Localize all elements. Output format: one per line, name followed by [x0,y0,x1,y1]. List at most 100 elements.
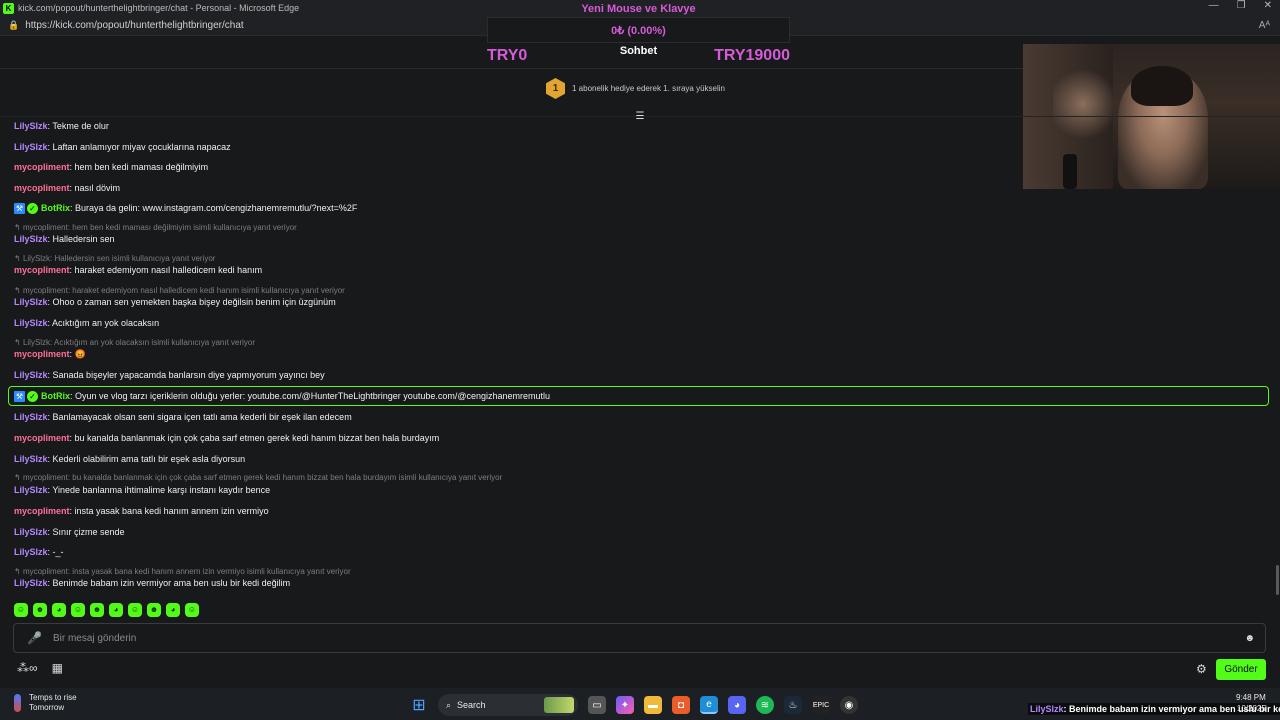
emote-icon[interactable]: ☺ [185,603,199,617]
chat-text: Halledersin sen [52,234,115,244]
chat-username[interactable]: mycopliment [14,265,70,275]
chat-text: Kederli olabilirim ama tatlı bir eşek as… [52,454,246,464]
url-text[interactable]: https://kick.com/popout/hunterthelightbr… [25,20,243,31]
chat-input[interactable] [52,632,1203,644]
chat-text: nasıl dövim [74,183,121,193]
chat-username[interactable]: LilySlzk [14,370,48,380]
chat-scrollbar[interactable] [1276,565,1279,595]
windows-start-icon[interactable]: ⊞ [410,696,428,714]
chat-text: Acıktığım an yok olacaksın [52,318,160,328]
emote-icon[interactable]: ◕ [109,603,123,617]
chat-message: mycopliment: haraket edemiyom nasıl hall… [14,265,262,275]
close-icon[interactable]: ✕ [1264,0,1272,11]
edge-icon[interactable]: e [700,696,718,714]
taskbar-apps: ⊞ ⌕ Search ▭ ✦ ▬ ◘ e ◕ ≋ ♨ EPIC ◉ [410,694,858,716]
chat-username[interactable]: mycopliment [14,183,70,193]
spotify-icon[interactable]: ≋ [756,696,774,714]
chat-text: Sanada bişeyler yapacamda banlarsın diye… [52,370,325,380]
taskbar-search[interactable]: ⌕ Search [438,694,578,716]
chat-message: LilySlzk: Sanada bişeyler yapacamda banl… [14,370,325,380]
chat-message: mycopliment: insta yasak bana kedi hanım… [14,506,269,516]
reply-context: ↰ LilySlzk: Halledersin sen isimli kulla… [14,254,215,263]
chat-username[interactable]: LilySlzk [14,142,48,152]
search-icon: ⌕ [446,699,452,710]
chat-message: LilySlzk: Tekme de olur [14,121,109,131]
bot-badges: ⚒ ✓ [14,203,38,215]
microphone-icon[interactable]: 🎤 [27,631,42,645]
chat-username[interactable]: LilySlzk [14,297,48,307]
lock-icon[interactable]: 🔒 [8,20,19,31]
gear-icon[interactable]: ⚙ [1196,662,1207,676]
emote-icon[interactable]: ☺ [71,603,85,617]
system-clock[interactable]: 9:48 PM 10/2025 [1236,692,1266,714]
reply-text: mycopliment: bu kanalda banlanmak için ç… [22,473,503,482]
copilot-icon[interactable]: ✦ [616,696,634,714]
window-title: kick.com/popout/hunterthelightbringer/ch… [18,3,300,13]
chat-text: Laftan anlamıyor miyav çocuklarına napac… [52,142,231,152]
restore-icon[interactable]: ❐ [1237,0,1246,11]
chat-username[interactable]: LilySlzk [14,412,48,422]
emote-icon[interactable]: ☻ [33,603,47,617]
overlay-user: LilySlzk [1030,704,1064,714]
chat-message: LilySlzk: -_- [14,547,64,557]
emote-icon[interactable]: ◕ [52,603,66,617]
chat-username[interactable]: mycopliment [14,349,70,359]
emote-icon[interactable]: ◕ [166,603,180,617]
chat-messages[interactable]: LilySlzk: Tekme de olur LilySlzk: Laftan … [0,117,1280,595]
chat-username[interactable]: LilySlzk [14,485,48,495]
read-aloud-icon[interactable]: Aᴬ [1259,20,1270,31]
emote-icon[interactable]: ☻ [90,603,104,617]
chat-username[interactable]: LilySlzk [14,318,48,328]
chat-message: LilySlzk: Acıktığım an yok olacaksın [14,318,159,328]
epic-games-icon[interactable]: EPIC [812,696,830,714]
chat-message: ⚒ ✓ BotRix: Buraya da gelin: www.instagram… [14,203,357,215]
obs-icon[interactable]: ◉ [840,696,858,714]
sub-gift-banner[interactable]: 1 1 abonelik hediye ederek 1. sıraya yük… [546,78,725,99]
weather-widget[interactable]: Temps to rise Tomorrow [14,693,77,713]
send-button[interactable]: Gönder [1216,659,1266,680]
emote-icon[interactable]: ☺ [128,603,142,617]
chat-text: Tekme de olur [52,121,109,131]
chat-username[interactable]: LilySlzk [14,547,48,557]
chat-username[interactable]: mycopliment [14,433,70,443]
chat-text: Oyun ve vlog tarzı içeriklerin olduğu ye… [75,391,551,401]
clock-date: 10/2025 [1236,704,1266,713]
file-explorer-icon[interactable]: ▬ [644,696,662,714]
chat-username[interactable]: LilySlzk [14,234,48,244]
chat-username[interactable]: LilySlzk [14,527,48,537]
emote-icon[interactable]: ☺ [14,603,28,617]
minimize-icon[interactable]: — [1209,0,1219,11]
chat-username[interactable]: LilySlzk [14,454,48,464]
chat-message: LilySlzk: Yinede banlanma ihtimalime kar… [14,485,270,495]
task-view-icon[interactable]: ▭ [588,696,606,714]
chat-text: Ohoo o zaman sen yemekten başka bişey de… [52,297,336,307]
search-label: Search [457,700,486,710]
webcam-streamer-hair [1131,66,1193,106]
emote-icon[interactable]: ☻ [147,603,161,617]
chat-text: insta yasak bana kedi hanım annem izin v… [74,506,269,516]
verified-badge-icon: ✓ [27,203,38,215]
chat-text: Sınır çizme sende [52,527,125,537]
discord-icon[interactable]: ◕ [728,696,746,714]
chat-username[interactable]: BotRix [41,391,70,401]
chat-text: hem ben kedi maması değilmiyim [74,162,209,172]
window-controls: — ❐ ✕ [1209,0,1272,11]
chat-input-box[interactable]: 🎤 ☻ [13,623,1266,653]
chat-username[interactable]: LilySlzk [14,578,48,588]
chat-username[interactable]: mycopliment [14,162,70,172]
office-icon[interactable]: ◘ [672,696,690,714]
chat-username[interactable]: mycopliment [14,506,70,516]
chat-message: LilySlzk: Laftan anlamıyor miyav çocukla… [14,142,231,152]
kick-points-icon[interactable]: ⁂∞ [17,661,38,675]
emoji-picker-icon[interactable]: ☻ [1244,633,1255,644]
steam-icon[interactable]: ♨ [784,696,802,714]
bot-badges: ⚒ ✓ [14,391,38,403]
reply-context: ↰ mycopliment: insta yasak bana kedi han… [14,567,351,576]
reply-context: ↰ mycopliment: haraket edemiyom nasıl ha… [14,286,345,295]
chat-message: LilySlzk: Kederli olabilirim ama tatlı b… [14,454,245,464]
chat-username[interactable]: BotRix [41,203,70,213]
store-icon[interactable]: ▦ [52,661,63,675]
chat-username[interactable]: LilySlzk [14,121,48,131]
thermometer-icon [14,694,21,712]
goal-title: Yeni Mouse ve Klavye [581,3,696,15]
